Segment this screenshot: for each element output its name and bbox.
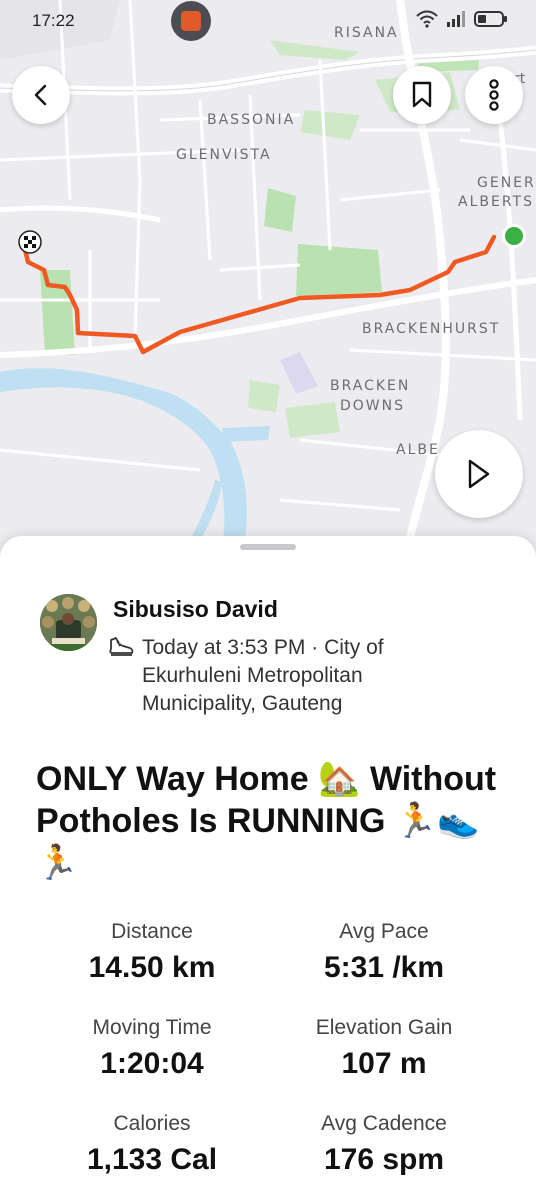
map-label-bracken: BRACKEN <box>330 378 411 394</box>
stat-value: 14.50 km <box>88 951 216 984</box>
sheet-drag-handle[interactable] <box>240 544 296 550</box>
back-button[interactable] <box>12 66 70 124</box>
play-icon <box>468 459 490 489</box>
activity-date-location: Today at 3:53 PM · City of Ekurhuleni Me… <box>142 636 384 715</box>
stat-value: 1:20:04 <box>100 1047 204 1080</box>
more-icon <box>489 79 499 111</box>
app-notification-icon <box>171 1 211 41</box>
map-label-bassonia: BASSONIA <box>207 112 296 128</box>
map-label-downs: DOWNS <box>340 398 406 414</box>
stat-label: Avg Pace <box>339 920 429 943</box>
stat-distance: Distance 14.50 km <box>22 918 282 988</box>
signal-icon <box>447 11 465 27</box>
activity-title: ONLY Way Home 🏡 Without Potholes Is RUNN… <box>36 760 497 882</box>
activity-sheet[interactable]: Sibusiso David Today at 3:53 PM · City o… <box>0 536 536 1200</box>
stat-value: 1,133 Cal <box>86 1143 218 1176</box>
map-label-albe: ALBE <box>396 442 440 458</box>
route-map[interactable]: RISANA BASSONIA GLENVISTA GENER ALBERTS … <box>0 0 536 560</box>
map-label-gener: GENER <box>477 175 536 191</box>
map-label-brackenhurst: BRACKENHURST <box>362 321 501 337</box>
map-label-alberts: ALBERTS <box>458 194 534 210</box>
battery-icon <box>474 11 507 27</box>
stat-label: Avg Cadence <box>321 1112 447 1135</box>
status-time: 17:22 <box>32 11 75 30</box>
more-options-button[interactable] <box>465 66 523 124</box>
back-icon <box>34 84 47 106</box>
athlete-name[interactable]: Sibusiso David <box>113 596 278 623</box>
stat-label: Elevation Gain <box>315 1016 453 1039</box>
stat-value: 107 m <box>341 1047 427 1080</box>
avatar[interactable] <box>40 594 97 651</box>
bookmark-button[interactable] <box>393 66 451 124</box>
stat-value: 176 spm <box>323 1143 445 1176</box>
bookmark-icon <box>412 81 432 108</box>
stat-avg-pace: Avg Pace 5:31 /km <box>254 918 514 988</box>
map-label-glenvista: GLENVISTA <box>176 147 272 163</box>
status-icons <box>416 10 508 28</box>
stat-label: Distance <box>111 920 193 943</box>
wifi-icon <box>416 10 438 28</box>
running-shoe-icon <box>109 637 134 656</box>
stat-avg-cadence: Avg Cadence 176 spm <box>254 1110 514 1180</box>
stat-label: Moving Time <box>92 1016 212 1039</box>
stat-label: Calories <box>113 1112 191 1135</box>
play-flyover-button[interactable] <box>435 430 523 518</box>
stat-moving-time: Moving Time 1:20:04 <box>22 1014 282 1084</box>
status-bar: 17:22 <box>0 0 536 44</box>
finish-flag-icon <box>18 230 42 254</box>
stat-elevation-gain: Elevation Gain 107 m <box>254 1014 514 1084</box>
stat-calories: Calories 1,133 Cal <box>22 1110 282 1180</box>
stat-value: 5:31 /km <box>323 951 445 984</box>
